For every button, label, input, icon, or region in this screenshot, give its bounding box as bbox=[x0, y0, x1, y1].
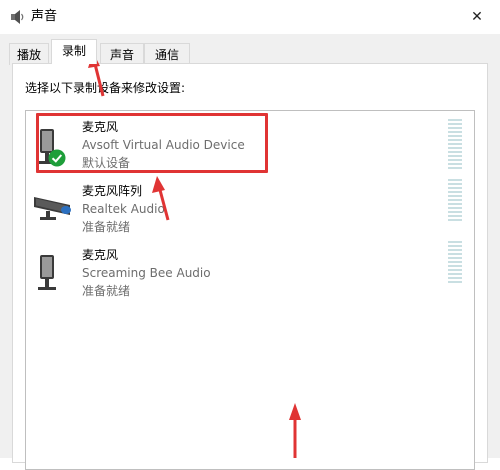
tab-label: 录制 bbox=[61, 44, 86, 58]
arrow-to-device-box bbox=[152, 176, 170, 221]
arrow-bottom bbox=[289, 403, 301, 458]
tab-recording[interactable]: 录制 bbox=[51, 39, 97, 64]
annotation-arrows bbox=[88, 52, 301, 458]
